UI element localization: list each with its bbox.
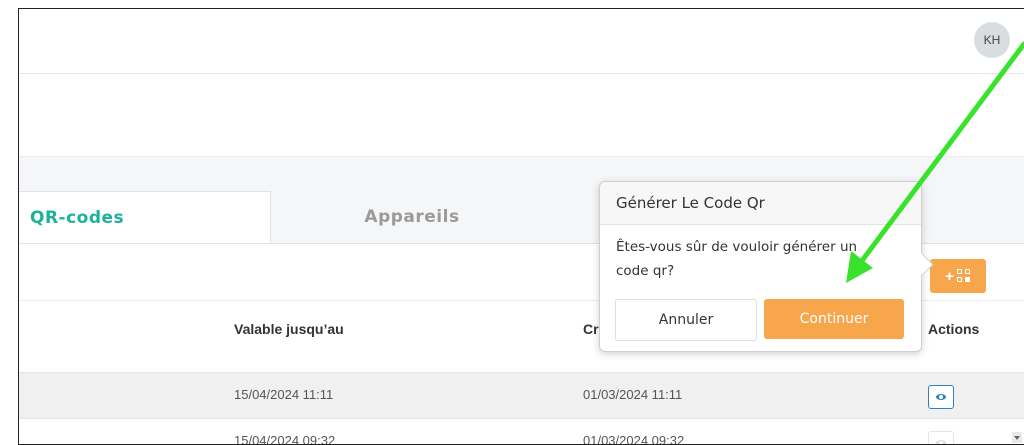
view-button[interactable]: [928, 385, 954, 409]
tab-appareils[interactable]: Appareils: [272, 191, 552, 243]
created-cell: 01/03/2024 09:32: [583, 433, 685, 445]
column-actions: Actions: [928, 321, 980, 337]
popover-message: Êtes-vous sûr de vouloir générer un code…: [616, 239, 858, 279]
table-row: 15/04/2024 09:32 01/03/2024 09:32: [19, 418, 1024, 445]
avatar[interactable]: KH: [974, 22, 1010, 58]
created-cell: 01/03/2024 11:11: [583, 387, 683, 402]
valid-until-cell: 15/04/2024 09:32: [234, 433, 336, 445]
eye-icon: [936, 394, 946, 400]
continue-button[interactable]: Continuer: [764, 299, 904, 339]
valid-until-cell: 15/04/2024 11:11: [234, 387, 334, 402]
plus-label: +: [945, 267, 954, 285]
qr-code-icon: [956, 269, 971, 283]
cancel-button[interactable]: Annuler: [615, 299, 757, 341]
scrollbar-arrow-icon[interactable]: [1012, 432, 1022, 443]
popover-title: Générer Le Code Qr: [600, 182, 921, 225]
top-bar: KH: [19, 9, 1024, 74]
table-row: 15/04/2024 11:11 01/03/2024 11:11: [19, 372, 1024, 418]
generate-qr-popover: Générer Le Code Qr Êtes-vous sûr de voul…: [599, 181, 934, 352]
column-created: Cr: [583, 321, 599, 337]
column-valid-until: Valable jusqu’au: [234, 321, 344, 337]
sub-header: [19, 74, 1024, 157]
tab-qr-codes[interactable]: QR-codes: [19, 191, 271, 243]
generate-qr-button[interactable]: +: [930, 259, 986, 293]
